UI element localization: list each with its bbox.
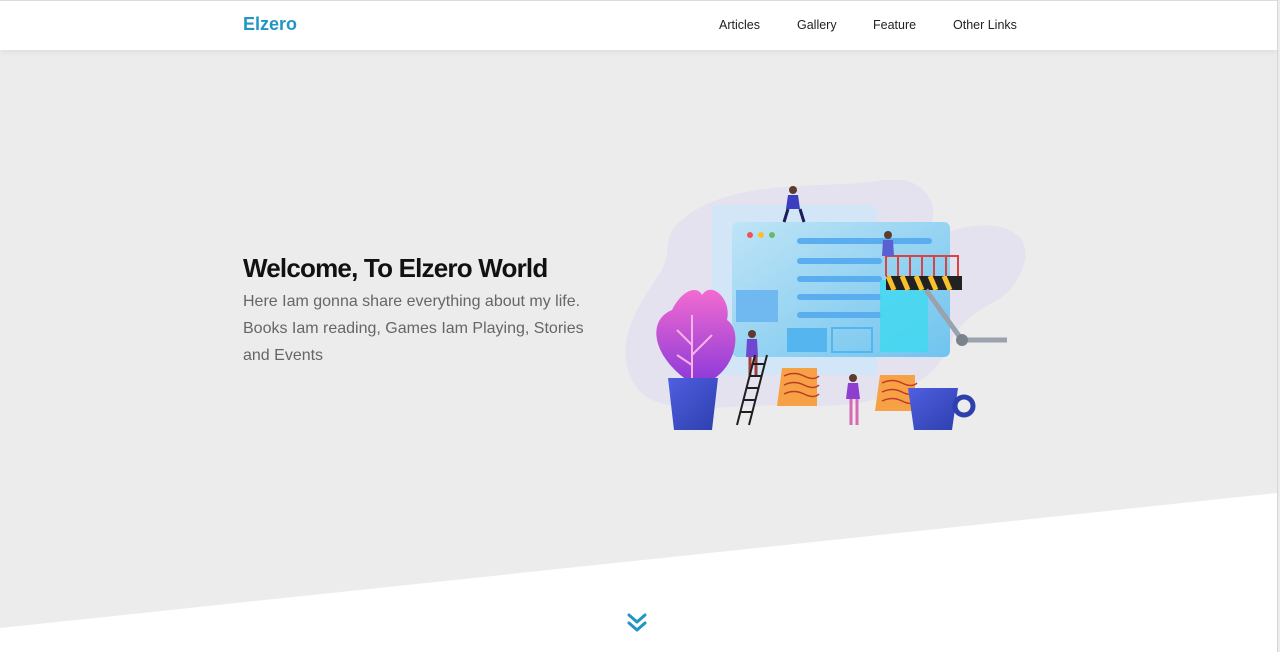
nav-feature[interactable]: Feature: [873, 18, 916, 32]
nav-gallery[interactable]: Gallery: [797, 18, 837, 32]
double-chevron-down-icon[interactable]: [624, 610, 650, 636]
nav-other-links[interactable]: Other Links: [953, 18, 1017, 32]
logo[interactable]: Elzero: [243, 14, 297, 35]
landing-description: Here Iam gonna share everything about my…: [243, 293, 584, 364]
header: Elzero Articles Gallery Feature Other Li…: [0, 0, 1277, 50]
landing-title: Welcome, To Elzero World: [243, 253, 548, 283]
web-design-illustration-icon: [625, 180, 1026, 430]
nav-articles[interactable]: Articles: [719, 18, 760, 32]
